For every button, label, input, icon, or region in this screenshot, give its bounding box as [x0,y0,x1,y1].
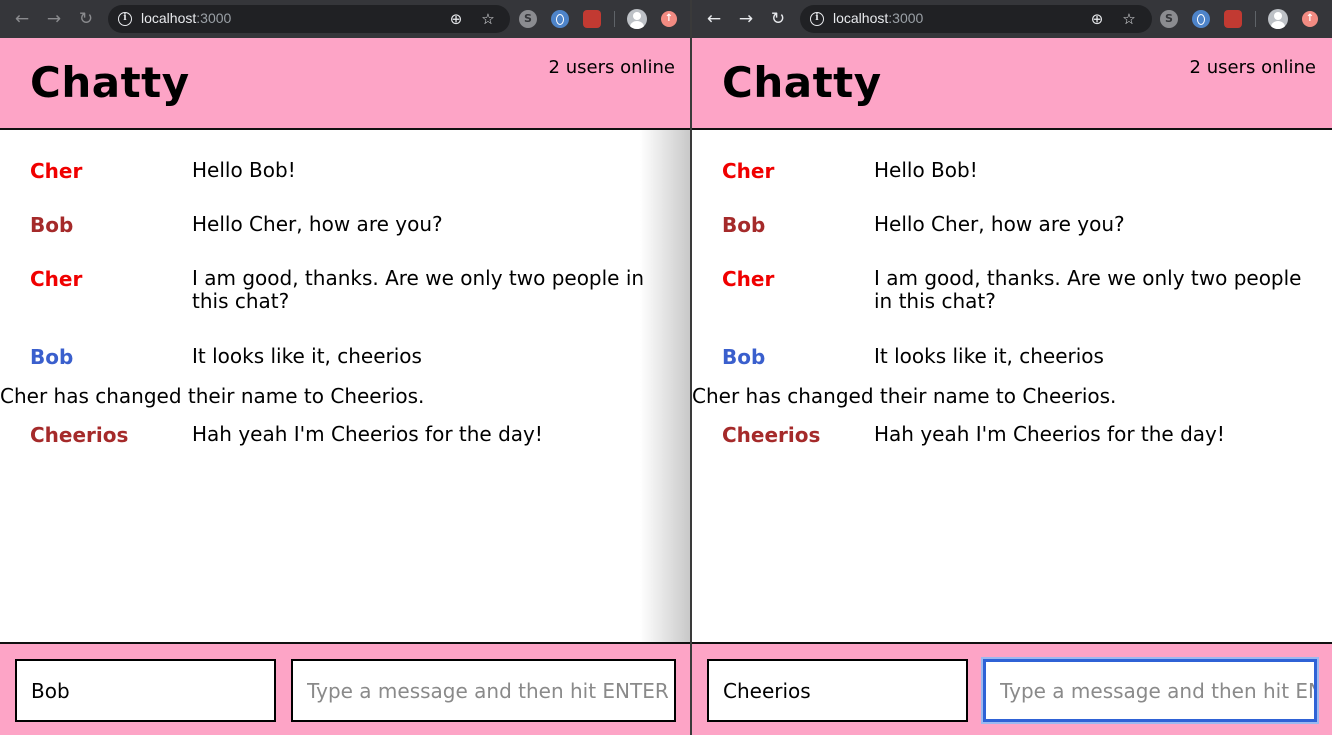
message-content: Hah yeah I'm Cheerios for the day! [192,422,543,446]
reload-icon[interactable]: ↻ [768,9,788,29]
message-content: I am good, thanks. Are we only two peopl… [874,266,1302,313]
screen: ← → ↻ i localhost:3000 ⊕ ☆ S ↑ Chatty 2 … [0,0,1332,735]
skype-extension-icon[interactable]: S [519,10,537,28]
message-list: Cher Hello Bob! Bob Hello Cher, how are … [0,130,691,642]
message-content: Hah yeah I'm Cheerios for the day! [874,422,1225,446]
message-content: Hello Cher, how are you? [874,212,1125,236]
message-username: Cher [722,267,775,291]
app-title: Chatty [722,58,882,107]
message-username: Cheerios [722,423,821,447]
chat-bar [692,642,1332,735]
zoom-icon[interactable]: ⊕ [1088,10,1106,28]
address-bar[interactable]: i localhost:3000 ⊕ ☆ [800,5,1152,33]
url-text: localhost:3000 [141,10,232,26]
users-online-count: 2 users online [548,57,675,78]
extension-icon[interactable] [551,10,569,28]
app-header: Chatty 2 users online [0,38,691,130]
update-icon[interactable]: ↑ [1302,11,1318,27]
extension-icon[interactable] [1224,10,1242,28]
back-arrow-icon[interactable]: ← [12,9,32,29]
message-username: Bob [722,213,766,237]
star-icon[interactable]: ☆ [1120,10,1138,28]
message-list: Cher Hello Bob! Bob Hello Cher, how are … [692,130,1332,642]
star-icon[interactable]: ☆ [479,10,497,28]
message-username: Bob [30,213,74,237]
update-icon[interactable]: ↑ [661,11,677,27]
username-input[interactable] [15,659,276,722]
message-username: Cher [30,267,83,291]
message-username: Cher [722,159,775,183]
zoom-icon[interactable]: ⊕ [447,10,465,28]
forward-arrow-icon[interactable]: → [44,9,64,29]
browser-toolbar: ← → ↻ i localhost:3000 ⊕ ☆ S ↑ [692,0,1332,38]
message-content: It looks like it, cheerios [192,344,422,368]
url-text: localhost:3000 [833,10,924,26]
message-input[interactable] [983,659,1317,722]
message-content: I am good, thanks. Are we only two peopl… [192,266,645,313]
message-username: Bob [30,345,74,369]
users-online-count: 2 users online [1189,57,1316,78]
info-icon[interactable]: i [118,12,132,26]
back-arrow-icon[interactable]: ← [704,9,724,29]
toolbar-separator [614,11,615,27]
message-content: Hello Bob! [192,158,296,182]
system-notification: Cher has changed their name to Cheerios. [692,384,1117,408]
skype-extension-icon[interactable]: S [1160,10,1178,28]
reload-icon[interactable]: ↻ [76,9,96,29]
username-input[interactable] [707,659,968,722]
message-content: It looks like it, cheerios [874,344,1104,368]
browser-window-right: ← → ↻ i localhost:3000 ⊕ ☆ S ↑ Chatty 2 … [692,0,1332,735]
extension-icon[interactable] [583,10,601,28]
forward-arrow-icon[interactable]: → [736,9,756,29]
profile-avatar-icon[interactable] [1268,9,1288,29]
toolbar-separator [1255,11,1256,27]
browser-toolbar: ← → ↻ i localhost:3000 ⊕ ☆ S ↑ [0,0,691,38]
address-bar[interactable]: i localhost:3000 ⊕ ☆ [108,5,510,33]
message-content: Hello Cher, how are you? [192,212,443,236]
chat-bar [0,642,691,735]
extension-icon[interactable] [1192,10,1210,28]
browser-window-left: ← → ↻ i localhost:3000 ⊕ ☆ S ↑ Chatty 2 … [0,0,691,735]
system-notification: Cher has changed their name to Cheerios. [0,384,425,408]
message-input[interactable] [291,659,676,722]
message-username: Cher [30,159,83,183]
info-icon[interactable]: i [810,12,824,26]
message-username: Bob [722,345,766,369]
app-header: Chatty 2 users online [692,38,1332,130]
message-username: Cheerios [30,423,129,447]
profile-avatar-icon[interactable] [627,9,647,29]
message-content: Hello Bob! [874,158,978,182]
app-title: Chatty [30,58,190,107]
